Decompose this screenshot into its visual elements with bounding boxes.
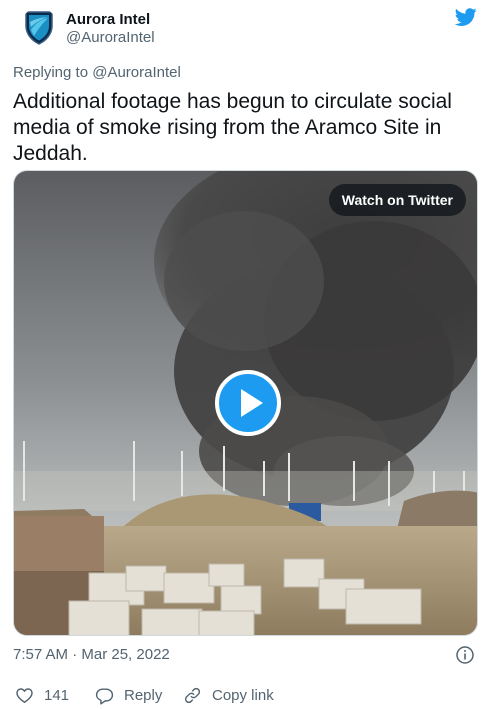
shield-logo-icon [20,8,58,46]
author-name[interactable]: Aurora Intel [66,11,150,28]
tweet-header: Aurora Intel @AuroraIntel [16,6,478,54]
avatar[interactable] [20,8,58,46]
reply-button[interactable]: Reply [95,684,162,706]
tweet-text: Additional footage has begun to circulat… [13,90,452,165]
video-player[interactable]: Watch on Twitter [13,170,478,636]
copy-link-label: Copy link [212,686,274,704]
heart-icon [16,687,33,703]
reply-icon [95,687,114,705]
twitter-bird-icon[interactable] [454,6,478,28]
author-handle[interactable]: @AuroraIntel [66,29,155,46]
replying-to: Replying to @AuroraIntel [13,64,181,81]
tweet-actions: 141 Reply Copy link [13,684,475,706]
copy-link-button[interactable]: Copy link [183,684,274,706]
watch-on-twitter-button[interactable]: Watch on Twitter [328,184,466,216]
play-icon [241,389,263,417]
play-button[interactable] [215,370,281,436]
like-count: 141 [44,686,70,704]
tweet-timestamp[interactable]: 7:57 AM · Mar 25, 2022 [13,646,170,663]
link-icon [184,687,201,703]
reply-label: Reply [124,686,163,704]
info-icon[interactable] [456,646,474,664]
replying-handle-link[interactable]: @AuroraIntel [92,64,181,81]
replying-prefix: Replying to [13,64,93,81]
like-button[interactable]: 141 [15,684,69,706]
